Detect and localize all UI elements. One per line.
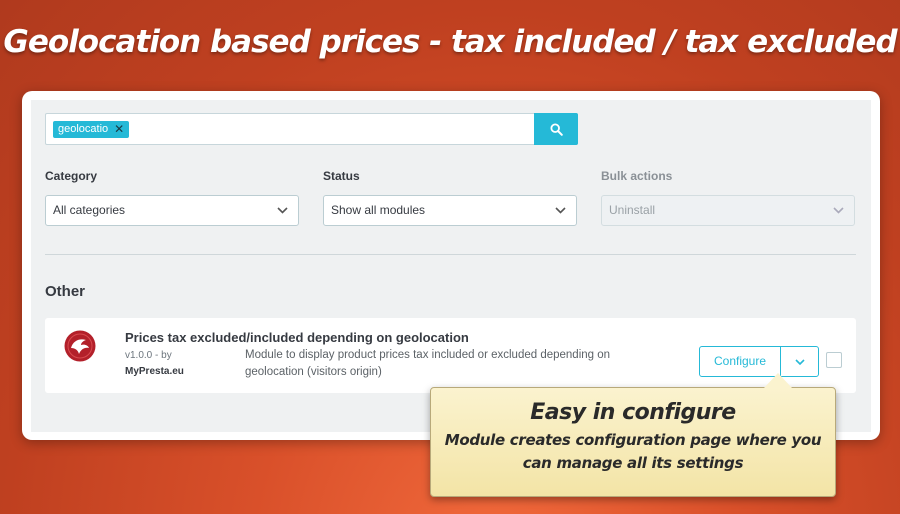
module-version: v1.0.0 - by <box>125 350 172 361</box>
search-button[interactable] <box>534 113 578 145</box>
module-description: Module to display product prices tax inc… <box>245 349 611 378</box>
remove-tag-icon[interactable]: ✕ <box>114 121 124 138</box>
category-select[interactable]: All categories <box>45 195 299 226</box>
status-select-value: Show all modules <box>331 203 426 217</box>
divider <box>45 254 856 255</box>
bulk-actions-select: Uninstall <box>601 195 855 226</box>
module-name[interactable]: Prices tax excluded/included depending o… <box>125 330 469 345</box>
callout-title: Easy in configure <box>530 400 736 425</box>
section-title: Other <box>45 283 86 300</box>
bulk-actions-label: Bulk actions <box>601 169 673 183</box>
chevron-down-icon <box>794 358 805 365</box>
search-tag: geolocatio ✕ <box>53 121 130 138</box>
chevron-down-icon <box>277 207 288 214</box>
banner-title: Geolocation based prices - tax included … <box>3 24 897 60</box>
status-label: Status <box>323 169 360 183</box>
module-search-input[interactable]: geolocatio ✕ <box>45 113 578 145</box>
chevron-down-icon <box>555 207 566 214</box>
mypresta-logo-icon <box>64 330 96 362</box>
chevron-down-icon <box>833 207 844 214</box>
search-tag-label: geolocatio <box>58 123 109 135</box>
feature-callout: Easy in configure Module creates configu… <box>430 387 836 497</box>
bulk-actions-value: Uninstall <box>609 203 656 217</box>
search-icon <box>549 122 563 136</box>
status-select[interactable]: Show all modules <box>323 195 577 226</box>
module-select-checkbox[interactable] <box>826 352 842 368</box>
category-select-value: All categories <box>53 203 126 217</box>
module-author: MyPresta.eu <box>125 366 184 377</box>
callout-text: Module creates configuration page where … <box>444 431 822 472</box>
category-label: Category <box>45 169 98 183</box>
callout-pointer <box>764 373 792 388</box>
